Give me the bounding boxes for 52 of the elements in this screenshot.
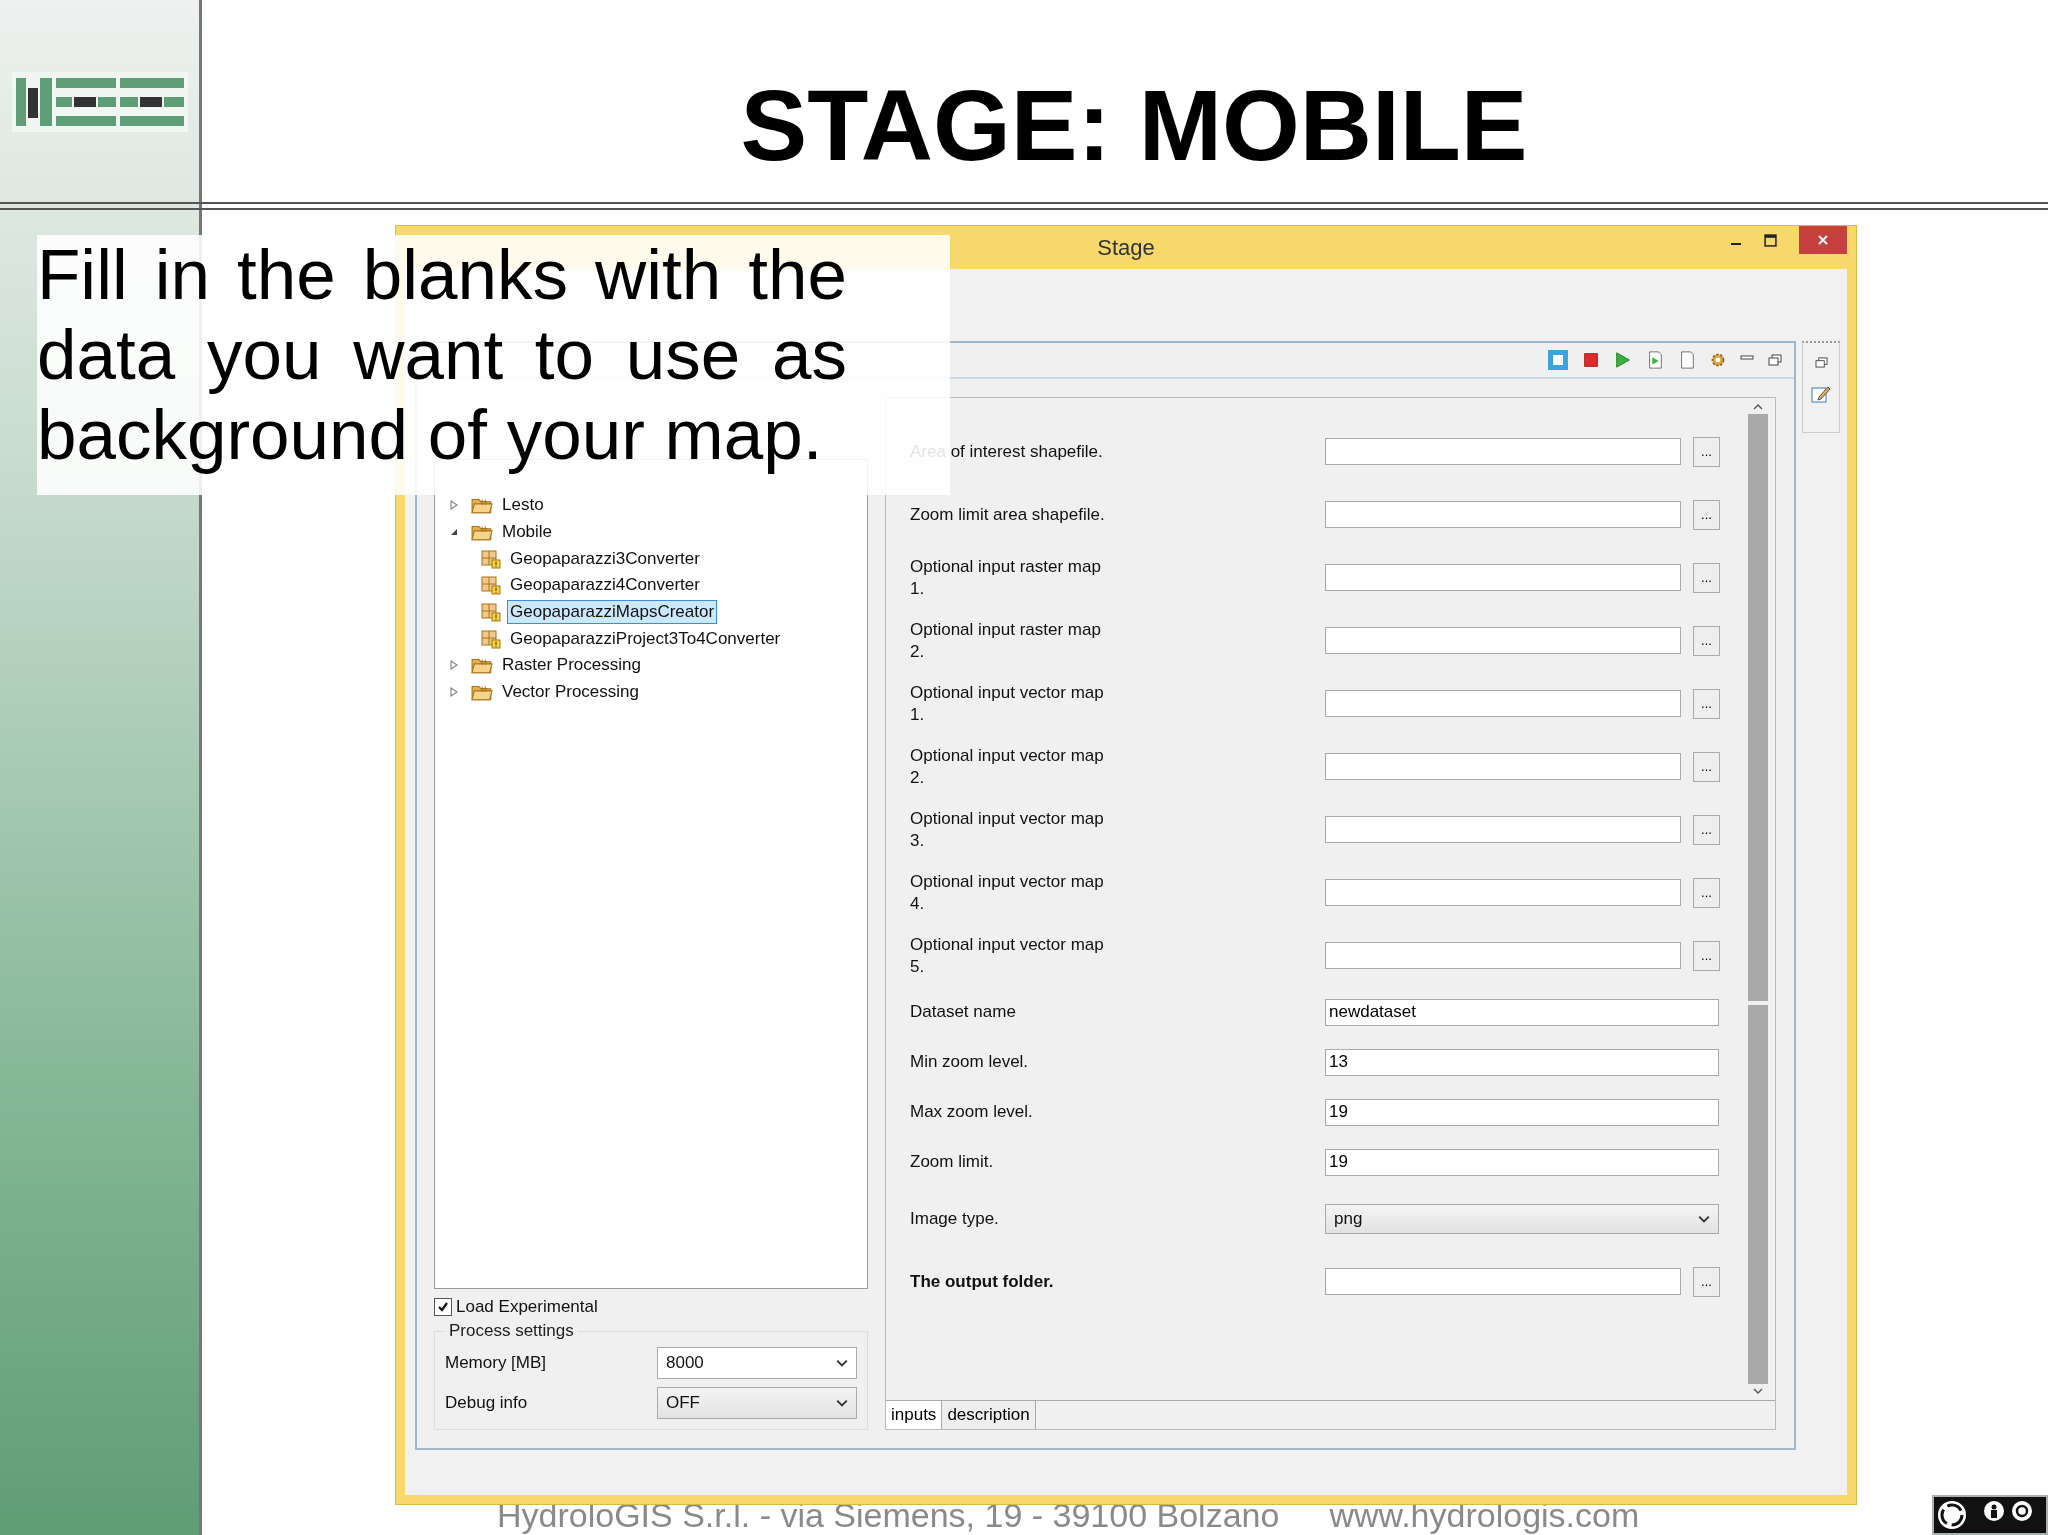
browse-button[interactable]: ... <box>1693 751 1720 782</box>
field-label: Optional input vector map 3. <box>910 807 1105 852</box>
dropdown[interactable]: OFF <box>657 1387 857 1419</box>
slide-title: STAGE: MOBILE <box>739 70 1529 180</box>
caption-text: Fill in the blanks with the data you want to use as background of your map. <box>37 235 847 475</box>
tree-item[interactable]: Raster Processing <box>499 653 644 678</box>
browse-button[interactable]: ... <box>1693 436 1720 467</box>
browse-button[interactable]: ... <box>1693 499 1720 530</box>
tab[interactable]: inputs <box>886 1401 943 1429</box>
setting-label: Debug info <box>445 1393 528 1413</box>
dropdown-value: OFF <box>666 1393 700 1413</box>
field-label: Image type. <box>910 1207 1000 1230</box>
text-field[interactable]: 13 <box>1325 1048 1719 1076</box>
field-label: Zoom limit. <box>910 1151 995 1173</box>
dropdown[interactable]: 8000 <box>657 1347 857 1379</box>
setting-label: Memory [MB] <box>445 1353 547 1373</box>
footer-address: HydroloGIS S.r.l. - via Siemens, 19 - 39100 Bolzano <box>497 1496 1280 1535</box>
browse-button[interactable]: ... <box>1693 814 1720 845</box>
field-label: The output folder. <box>910 1270 1055 1293</box>
tree-item[interactable]: Vector Processing <box>499 680 642 705</box>
field-label: Zoom limit area shapefile. <box>910 503 1106 526</box>
dropdown-value: 8000 <box>666 1353 704 1373</box>
footer-website: www.hydrologis.com <box>1329 1496 1640 1535</box>
field-label: Optional input raster map 1. <box>910 555 1102 600</box>
tree-item[interactable]: Geopaparazzi3Converter <box>507 546 703 571</box>
dropdown-value: png <box>1334 1208 1363 1229</box>
tree-item[interactable]: Mobile <box>499 520 556 545</box>
tree-item[interactable]: Geopaparazzi4Converter <box>507 573 703 598</box>
checkbox-label: Load Experimental <box>456 1297 598 1317</box>
field-label: Optional input vector map 2. <box>910 744 1105 789</box>
field-label: Optional input vector map 1. <box>910 681 1105 726</box>
field-label: Min zoom level. <box>910 1051 1030 1073</box>
browse-button[interactable]: ... <box>1693 562 1720 593</box>
browse-button[interactable]: ... <box>1693 940 1720 971</box>
tree-item[interactable]: GeopaparazziProject3To4Converter <box>507 626 784 651</box>
field-label: Dataset name <box>910 1001 1017 1023</box>
browse-button[interactable]: ... <box>1693 877 1720 908</box>
text-field[interactable]: 19 <box>1325 1098 1719 1126</box>
text-field[interactable]: 19 <box>1325 1148 1719 1176</box>
tree-item[interactable]: Lesto <box>499 493 547 518</box>
text-field[interactable]: newdataset <box>1325 998 1719 1026</box>
dropdown[interactable]: png <box>1325 1203 1719 1234</box>
browse-button[interactable]: ... <box>1693 1266 1720 1297</box>
field-label: Optional input vector map 5. <box>910 933 1105 978</box>
field-label: Max zoom level. <box>910 1101 1034 1123</box>
window-title: Stage <box>1097 234 1155 261</box>
field-label: Optional input raster map 2. <box>910 618 1102 663</box>
group-title: Process settings <box>448 1321 575 1341</box>
browse-button[interactable]: ... <box>1693 688 1720 719</box>
tree-item[interactable]: GeopaparazziMapsCreator <box>507 600 718 625</box>
browse-button[interactable]: ... <box>1693 625 1720 656</box>
field-label: Optional input vector map 4. <box>910 870 1105 915</box>
